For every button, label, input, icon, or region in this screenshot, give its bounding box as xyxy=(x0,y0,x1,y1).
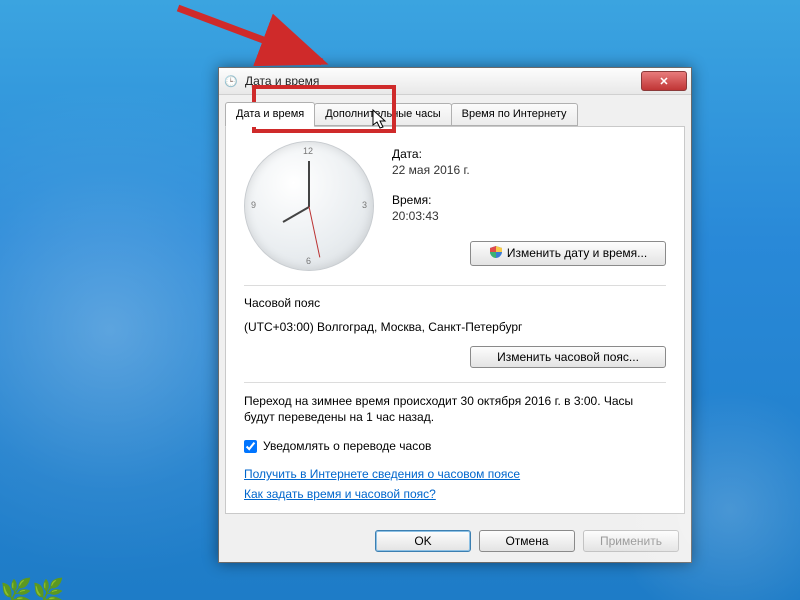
desktop-background: 🌿🌿 🕒 Дата и время ✕ Дата и время Дополни… xyxy=(0,0,800,600)
change-datetime-label: Изменить дату и время... xyxy=(507,246,647,260)
titlebar-icon: 🕒 xyxy=(223,73,239,89)
time-value: 20:03:43 xyxy=(392,209,666,223)
tab-strip: Дата и время Дополнительные часы Время п… xyxy=(219,95,691,126)
dst-message: Переход на зимнее время происходит 30 ок… xyxy=(244,393,666,425)
tab-internet-time[interactable]: Время по Интернету xyxy=(451,103,578,126)
date-label: Дата: xyxy=(392,147,666,161)
tab-date-time[interactable]: Дата и время xyxy=(225,102,315,127)
grass-decoration: 🌿🌿 xyxy=(0,577,65,600)
notify-dst-checkbox[interactable]: Уведомлять о переводе часов xyxy=(244,439,666,453)
timezone-value: (UTC+03:00) Волгоград, Москва, Санкт-Пет… xyxy=(244,320,666,334)
apply-button[interactable]: Применить xyxy=(583,530,679,552)
tab-content: 12 3 6 9 Дата: 22 мая 2016 г. Время: 20:… xyxy=(225,126,685,514)
link-timezone-online[interactable]: Получить в Интернете сведения о часовом … xyxy=(244,467,520,481)
notify-dst-input[interactable] xyxy=(244,440,257,453)
date-value: 22 мая 2016 г. xyxy=(392,163,666,177)
uac-shield-icon xyxy=(489,245,503,262)
tab-additional-clocks[interactable]: Дополнительные часы xyxy=(314,103,451,126)
timezone-label: Часовой пояс xyxy=(244,296,666,310)
link-howto[interactable]: Как задать время и часовой пояс? xyxy=(244,487,436,501)
analog-clock: 12 3 6 9 xyxy=(244,141,374,271)
window-title: Дата и время xyxy=(245,74,641,88)
close-button[interactable]: ✕ xyxy=(641,71,687,91)
change-timezone-button[interactable]: Изменить часовой пояс... xyxy=(470,346,666,368)
notify-dst-label: Уведомлять о переводе часов xyxy=(263,439,431,453)
cancel-button[interactable]: Отмена xyxy=(479,530,575,552)
dialog-button-bar: OK Отмена Применить xyxy=(219,520,691,562)
change-datetime-button[interactable]: Изменить дату и время... xyxy=(470,241,666,266)
date-time-dialog: 🕒 Дата и время ✕ Дата и время Дополнител… xyxy=(218,67,692,563)
ok-button[interactable]: OK xyxy=(375,530,471,552)
titlebar[interactable]: 🕒 Дата и время ✕ xyxy=(219,68,691,95)
time-label: Время: xyxy=(392,193,666,207)
